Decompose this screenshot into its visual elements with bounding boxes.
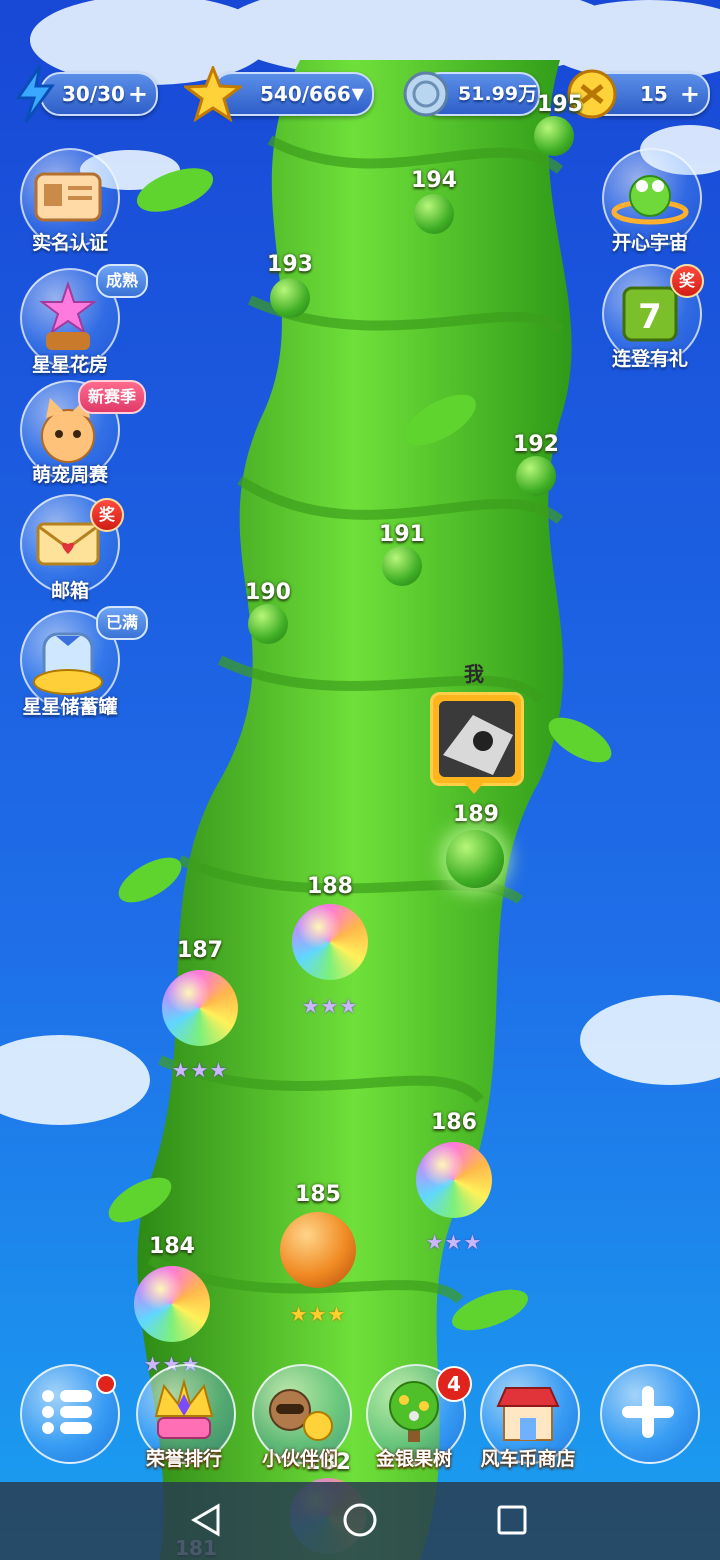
level-stars: ★★★ bbox=[171, 1058, 229, 1082]
level-number: 185 bbox=[295, 1182, 341, 1207]
back-icon[interactable] bbox=[188, 1502, 224, 1538]
level-stars: ★★★ bbox=[289, 1302, 347, 1326]
level-number: 189 bbox=[453, 802, 499, 827]
happy-universe-label: 开心宇宙 bbox=[611, 232, 688, 254]
new-season-tag: 新赛季 bbox=[78, 380, 147, 414]
level-node-187[interactable] bbox=[162, 970, 238, 1046]
star-piggy-bank-label: 星星储蓄罐 bbox=[22, 696, 118, 718]
level-stars: ★★★ bbox=[301, 994, 359, 1018]
level-node-193[interactable] bbox=[270, 278, 310, 318]
level-number: 186 bbox=[431, 1110, 477, 1135]
star-icon bbox=[184, 66, 242, 122]
piggy-bank-full-tag: 已满 bbox=[96, 606, 149, 640]
level-number: 188 bbox=[307, 874, 353, 899]
real-name-verify-label: 实名认证 bbox=[31, 232, 108, 254]
system-navigation-bar bbox=[0, 1482, 720, 1560]
level-number: 187 bbox=[177, 938, 223, 963]
level-node-184[interactable] bbox=[134, 1266, 210, 1342]
gold-silver-tree-label: 金银果树 bbox=[375, 1448, 452, 1470]
level-number: 184 bbox=[149, 1234, 195, 1259]
level-node-194[interactable] bbox=[414, 194, 454, 234]
svg-text:7: 7 bbox=[638, 297, 662, 337]
greenhouse-status-tag: 成熟 bbox=[96, 264, 149, 298]
level-number: 192 bbox=[513, 432, 559, 457]
home-icon[interactable] bbox=[342, 1502, 378, 1538]
star-greenhouse-label: 星星花房 bbox=[31, 354, 108, 376]
mailbox-reward-badge: 奖 bbox=[90, 498, 124, 532]
player-marker-label: 我 bbox=[464, 662, 484, 686]
level-number: 195 bbox=[537, 92, 583, 117]
ticket-plus-button[interactable]: + bbox=[680, 74, 700, 114]
silver-coin-icon bbox=[403, 71, 449, 117]
buddies-label: 小伙伴们 bbox=[261, 1448, 338, 1470]
level-node-186[interactable] bbox=[416, 1142, 492, 1218]
level-node-190[interactable] bbox=[248, 604, 288, 644]
level-stars: ★★★ bbox=[425, 1230, 483, 1254]
level-node-192[interactable] bbox=[516, 456, 556, 496]
plus-icon bbox=[622, 1386, 674, 1438]
level-node-185[interactable] bbox=[280, 1212, 356, 1288]
level-node-191[interactable] bbox=[382, 546, 422, 586]
energy-plus-button[interactable]: + bbox=[128, 74, 148, 114]
star-progress-value: 540/666 bbox=[260, 82, 351, 106]
pinwheel-shop-label: 风车币商店 bbox=[480, 1448, 576, 1470]
recents-icon[interactable] bbox=[496, 1504, 528, 1536]
pointer-arrow-icon bbox=[462, 780, 486, 794]
tree-count-badge: 4 bbox=[436, 1366, 472, 1402]
level-number: 193 bbox=[267, 252, 313, 277]
avatar-image-icon bbox=[439, 701, 515, 777]
energy-value: 30/30 bbox=[62, 82, 125, 106]
level-number: 194 bbox=[411, 168, 457, 193]
notification-dot bbox=[96, 1374, 116, 1394]
mailbox-label: 邮箱 bbox=[50, 580, 89, 602]
lightning-icon bbox=[15, 65, 55, 123]
level-node-189-current[interactable] bbox=[446, 830, 504, 888]
player-avatar[interactable] bbox=[430, 692, 524, 786]
chevron-down-icon[interactable]: ▼ bbox=[352, 74, 364, 114]
level-node-188[interactable] bbox=[292, 904, 368, 980]
level-node-195[interactable] bbox=[534, 116, 574, 156]
expand-plus-button[interactable] bbox=[600, 1364, 700, 1464]
level-number: 191 bbox=[379, 522, 425, 547]
daily-login-reward-label: 连登有礼 bbox=[611, 348, 688, 370]
ticket-value: 15 bbox=[640, 82, 668, 106]
level-number: 190 bbox=[245, 580, 291, 605]
pet-weekly-contest-label: 萌宠周赛 bbox=[31, 464, 108, 486]
honor-ranking-label: 荣誉排行 bbox=[145, 1448, 222, 1470]
login-reward-badge: 奖 bbox=[670, 264, 704, 298]
